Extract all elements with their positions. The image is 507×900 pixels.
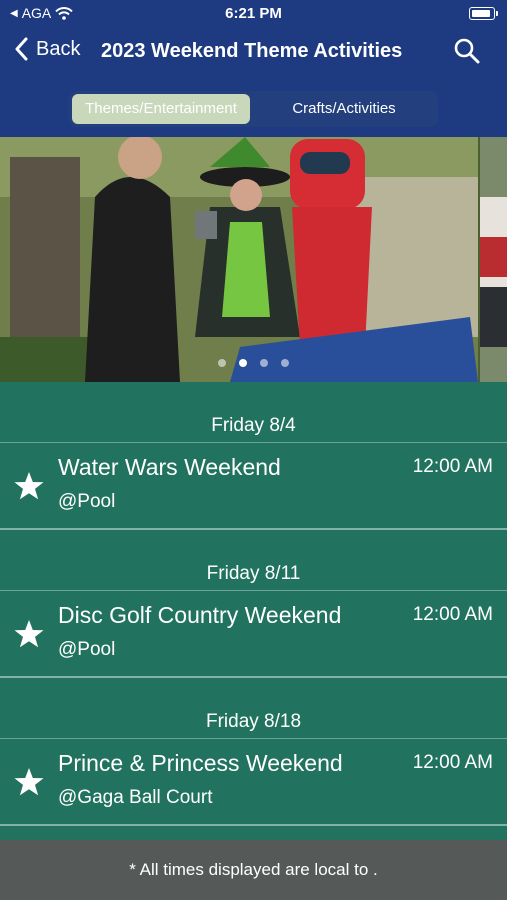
battery-icon (469, 7, 498, 20)
page-dot-active[interactable] (239, 359, 247, 367)
event-section: Friday 8/18 Prince & Princess Weekend @G… (0, 678, 507, 826)
event-section: Friday 8/11 Disc Golf Country Weekend @P… (0, 530, 507, 678)
event-time: 12:00 AM (412, 604, 493, 625)
page-dot[interactable] (218, 359, 226, 367)
event-time: 12:00 AM (412, 456, 493, 477)
next-photo-preview (480, 137, 507, 382)
section-date-header: Friday 8/11 (0, 558, 507, 591)
status-bar: ◀ AGA 6:21 PM (0, 0, 507, 28)
event-section: Friday 8/4 Water Wars Weekend @Pool 12:0… (0, 382, 507, 530)
event-location: @Pool (58, 491, 116, 512)
event-time: 12:00 AM (412, 752, 493, 773)
section-date-header: Friday 8/4 (0, 410, 507, 443)
carousel-photo (0, 137, 478, 382)
status-right (469, 7, 498, 20)
segmented-control: Themes/Entertainment Crafts/Activities (69, 91, 438, 127)
section-date-header: Friday 8/18 (0, 706, 507, 739)
header: ◀ AGA 6:21 PM Back 2023 Weekend Theme Ac… (0, 0, 507, 137)
search-icon (454, 38, 480, 64)
star-icon[interactable] (13, 619, 45, 649)
event-title: Prince & Princess Weekend (58, 750, 343, 776)
timezone-footer: * All times displayed are local to . (0, 840, 507, 900)
segment-themes-entertainment[interactable]: Themes/Entertainment (72, 94, 250, 124)
back-label: Back (36, 37, 81, 60)
navigation-bar: Back 2023 Weekend Theme Activities (0, 33, 507, 73)
page-indicator (0, 359, 507, 367)
back-button[interactable]: Back (14, 37, 80, 61)
event-location: @Pool (58, 639, 116, 660)
photo-carousel[interactable] (0, 137, 507, 382)
events-list: Friday 8/4 Water Wars Weekend @Pool 12:0… (0, 382, 507, 826)
segment-crafts-activities[interactable]: Crafts/Activities (253, 94, 435, 124)
event-row[interactable]: Disc Golf Country Weekend @Pool 12:00 AM (0, 592, 507, 678)
search-button[interactable] (453, 37, 481, 70)
chevron-left-icon (15, 37, 28, 61)
event-title: Water Wars Weekend (58, 454, 281, 480)
event-row[interactable]: Water Wars Weekend @Pool 12:00 AM (0, 444, 507, 530)
event-title: Disc Golf Country Weekend (58, 602, 342, 628)
page-title: 2023 Weekend Theme Activities (101, 40, 403, 62)
event-row[interactable]: Prince & Princess Weekend @Gaga Ball Cou… (0, 740, 507, 826)
status-time: 6:21 PM (225, 5, 282, 22)
page-dot[interactable] (281, 359, 289, 367)
star-icon[interactable] (13, 767, 45, 797)
star-icon[interactable] (13, 471, 45, 501)
event-location: @Gaga Ball Court (58, 787, 213, 808)
page-dot[interactable] (260, 359, 268, 367)
